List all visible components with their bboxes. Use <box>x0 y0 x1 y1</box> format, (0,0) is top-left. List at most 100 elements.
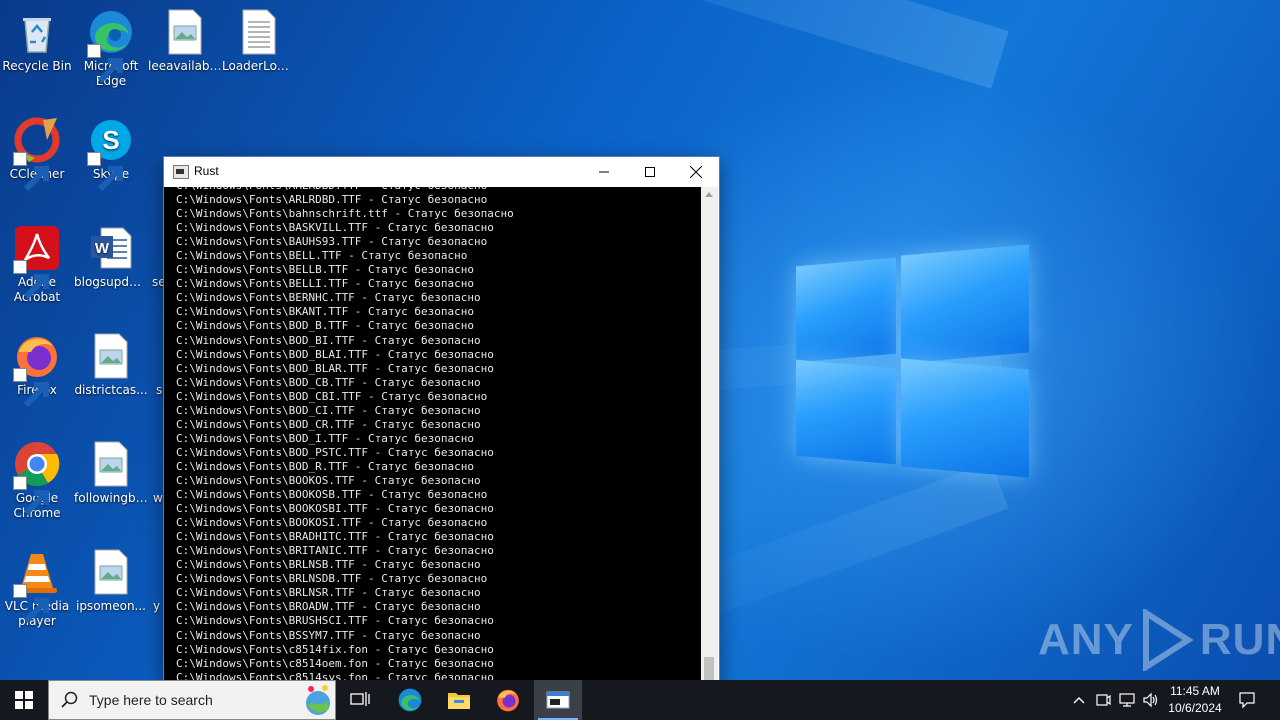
console-line: C:\Windows\Fonts\BOD_I.TTF - Статус безо… <box>176 431 475 445</box>
shortcut-arrow-icon <box>87 152 123 192</box>
skype-icon: S <box>87 116 135 192</box>
desktop-icon-recycle-bin[interactable]: Recycle Bin <box>0 8 74 74</box>
task-view-button[interactable] <box>336 680 384 720</box>
edge-icon <box>87 8 135 84</box>
desktop-icon-ccleaner[interactable]: CCleaner <box>0 116 74 192</box>
desktop-icon-blogsupdat[interactable]: W blogsupdat... <box>74 224 148 290</box>
image-file-icon <box>87 548 135 596</box>
firefox-icon <box>497 689 519 712</box>
console-line: C:\Windows\Fonts\BOD_PSTC.TTF - Статус б… <box>176 445 494 459</box>
taskbar-file-explorer[interactable] <box>435 680 483 720</box>
show-hidden-icons-chevron-icon[interactable] <box>1069 690 1089 710</box>
taskbar: Type here to search 11:45 AM 10/6/2024 <box>0 680 1280 720</box>
close-button[interactable] <box>673 157 719 187</box>
desktop-icon-leeavailabili[interactable]: leeavailabili... <box>148 8 222 74</box>
console-line: C:\Windows\Fonts\c8514fix.fon - Статус б… <box>176 642 494 656</box>
task-view-icon <box>350 692 370 706</box>
meet-now-icon[interactable] <box>1093 690 1113 710</box>
desktop-icon-adobe-acrobat[interactable]: Adobe Acrobat <box>0 224 74 305</box>
shortcut-arrow-icon <box>13 260 49 300</box>
window-title: Rust <box>194 164 219 178</box>
desktop-icon-ipsomeon[interactable]: ipsomeon... <box>74 548 148 614</box>
desktop-icon-skype[interactable]: S Skype <box>74 116 148 192</box>
console-line: C:\Windows\Fonts\BOOKOSBI.TTF - Статус б… <box>176 502 494 516</box>
close-icon <box>690 166 702 178</box>
taskbar-search-box[interactable]: Type here to search <box>48 680 336 720</box>
console-app-icon <box>546 691 570 709</box>
desktop-icon-google-chrome[interactable]: Google Chrome <box>0 440 74 521</box>
console-line: C:\Windows\Fonts\BOD_R.TTF - Статус безо… <box>176 459 475 473</box>
scroll-up-arrow-icon[interactable] <box>705 192 713 197</box>
volume-icon[interactable] <box>1141 690 1161 710</box>
window-titlebar[interactable]: Rust <box>164 157 719 187</box>
console-line: C:\Windows\Fonts\BOOKOSB.TTF - Статус бе… <box>176 488 488 502</box>
console-output[interactable]: C:\Windows\Fonts\ARLRDBD.TTF - Статус бе… <box>164 187 701 680</box>
image-file-icon <box>87 332 135 380</box>
taskbar-edge[interactable] <box>386 680 434 720</box>
console-line: C:\Windows\Fonts\BOOKOSI.TTF - Статус бе… <box>176 516 488 530</box>
search-placeholder: Type here to search <box>89 692 213 708</box>
console-line: C:\Windows\Fonts\c8514oem.fon - Статус б… <box>176 656 494 670</box>
watermark-text-left: ANY <box>1038 615 1134 664</box>
console-line: C:\Windows\Fonts\BOD_CBI.TTF - Статус бе… <box>176 389 488 403</box>
svg-text:W: W <box>95 240 110 257</box>
console-line: C:\Windows\Fonts\bahnschrift.ttf - Стату… <box>176 207 514 221</box>
taskbar-clock[interactable]: 11:45 AM 10/6/2024 <box>1160 683 1230 717</box>
console-line: C:\Windows\Fonts\BOD_CB.TTF - Статус без… <box>176 375 481 389</box>
recycle-bin-icon <box>13 8 61 56</box>
maximize-icon <box>645 167 655 177</box>
shortcut-arrow-icon <box>87 44 123 84</box>
scrollbar-thumb[interactable] <box>704 657 714 680</box>
console-line: C:\Windows\Fonts\BELLI.TTF - Статус безо… <box>176 277 475 291</box>
desktop-icon-firefox[interactable]: Firefox <box>0 332 74 408</box>
desktop-icon-districtcas[interactable]: districtcas... <box>74 332 148 398</box>
shortcut-arrow-icon <box>13 368 49 408</box>
desktop: Recycle Bin CCleaner Adobe Acrobat Firef… <box>0 0 1280 680</box>
vertical-scrollbar[interactable] <box>701 187 718 680</box>
desktop-icon-loaderlog[interactable]: LoaderLog.... <box>222 8 296 74</box>
desktop-icon-followingbi[interactable]: followingbi... <box>74 440 148 506</box>
desktop-icon-microsoft-edge[interactable]: Microsoft Edge <box>74 8 148 89</box>
console-line: C:\Windows\Fonts\BRLNSR.TTF - Статус без… <box>176 586 481 600</box>
console-line: C:\Windows\Fonts\BOD_BLAI.TTF - Статус б… <box>176 347 494 361</box>
console-line: C:\Windows\Fonts\BOD_BLAR.TTF - Статус б… <box>176 361 494 375</box>
acrobat-icon <box>13 224 61 300</box>
clock-time: 11:45 AM <box>1170 684 1220 698</box>
console-line: C:\Windows\Fonts\BKANT.TTF - Статус безо… <box>176 305 475 319</box>
start-button[interactable] <box>0 680 48 720</box>
light-beam <box>321 0 1009 89</box>
partial-icon-label: s <box>156 383 163 397</box>
network-icon[interactable] <box>1117 690 1137 710</box>
folder-icon <box>448 693 470 709</box>
console-line: C:\Windows\Fonts\BRITANIC.TTF - Статус б… <box>176 544 494 558</box>
anyrun-watermark: ANY RUN <box>1038 608 1280 672</box>
console-line: C:\Windows\Fonts\BOD_B.TTF - Статус безо… <box>176 319 475 333</box>
console-line: C:\Windows\Fonts\BOD_CI.TTF - Статус без… <box>176 403 481 417</box>
minimize-button[interactable] <box>581 157 627 187</box>
search-icon <box>61 691 78 708</box>
search-highlight-globe-icon <box>306 685 330 715</box>
console-line: C:\Windows\Fonts\BERNHC.TTF - Статус без… <box>176 291 481 305</box>
maximize-button[interactable] <box>627 157 673 187</box>
console-line: C:\Windows\Fonts\BOD_BI.TTF - Статус без… <box>176 333 481 347</box>
shortcut-arrow-icon <box>13 476 49 516</box>
chrome-icon <box>13 440 61 516</box>
text-file-icon <box>235 8 283 56</box>
console-line: C:\Windows\Fonts\BRADHITC.TTF - Статус б… <box>176 530 494 544</box>
console-lines: C:\Windows\Fonts\ARLRDBD.TTF - Статус бе… <box>176 187 514 680</box>
notification-center-icon[interactable] <box>1237 690 1257 710</box>
partial-icon-label: y <box>153 599 161 613</box>
console-window[interactable]: Rust C:\Windows\Fonts\ARLRDBD.TTF - Стат… <box>163 156 720 680</box>
shortcut-arrow-icon <box>13 584 49 624</box>
console-line: C:\Windows\Fonts\BRLNSDB.TTF - Статус бе… <box>176 572 488 586</box>
console-line: C:\Windows\Fonts\BELL.TTF - Статус безоп… <box>176 249 468 263</box>
firefox-icon <box>13 332 61 408</box>
taskbar-console-rust[interactable] <box>534 680 582 720</box>
desktop-icon-vlc[interactable]: VLC media player <box>0 548 74 629</box>
vlc-icon <box>13 548 61 624</box>
console-app-icon <box>173 165 189 179</box>
windows-logo-wallpaper <box>796 240 1030 480</box>
console-line: C:\Windows\Fonts\c8514sys.fon - Статус б… <box>176 670 494 680</box>
partial-icon-label: w <box>153 491 163 505</box>
taskbar-firefox[interactable] <box>484 680 532 720</box>
